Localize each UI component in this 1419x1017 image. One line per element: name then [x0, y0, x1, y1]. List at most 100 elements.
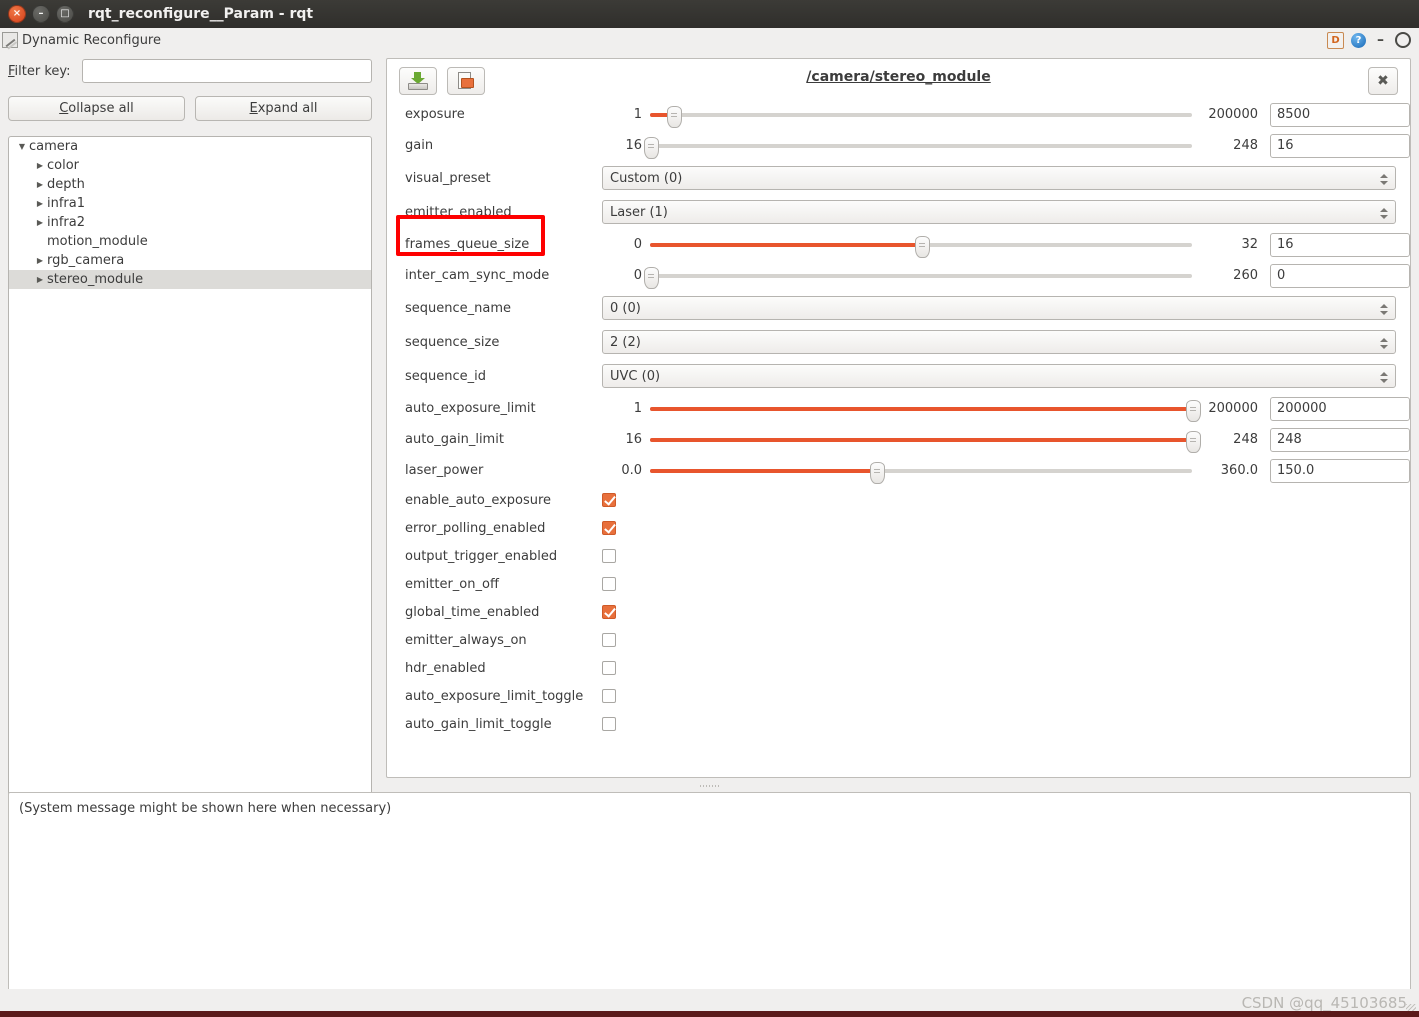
tree-item-infra2[interactable]: infra2	[9, 213, 371, 232]
param-slider-exposure[interactable]	[650, 105, 1192, 128]
tree-item-label: rgb_camera	[47, 253, 125, 268]
chevron-down-icon[interactable]	[15, 142, 29, 151]
chevron-right-icon[interactable]	[33, 199, 47, 208]
chevron-right-icon[interactable]	[33, 275, 47, 284]
window-maximize-button[interactable]: □	[56, 5, 74, 23]
param-combo-sequence-size[interactable]: 2 (2)	[602, 330, 1396, 354]
tree-item-infra1[interactable]: infra1	[9, 194, 371, 213]
slider-handle[interactable]	[915, 235, 930, 258]
param-label-gain: gain	[405, 138, 434, 153]
chevron-right-icon[interactable]	[33, 180, 47, 189]
spinner-arrows-icon[interactable]	[1378, 299, 1390, 319]
close-icon: ×	[12, 8, 22, 19]
system-message-text: (System message might be shown here when…	[19, 801, 392, 816]
param-slider-gain[interactable]	[644, 136, 1192, 159]
param-value-input-auto-exposure-limit[interactable]	[1270, 396, 1410, 421]
param-row-enable-auto-exposure: enable_auto_exposure	[387, 486, 1410, 514]
chevron-right-icon[interactable]	[33, 218, 47, 227]
param-min-laser-power: 0.0	[621, 463, 642, 478]
chevron-right-icon[interactable]	[33, 161, 47, 170]
tree-item-motion-module[interactable]: motion_module	[9, 232, 371, 251]
collapse-all-button[interactable]: Collapse all	[8, 96, 185, 121]
system-message-box[interactable]: (System message might be shown here when…	[8, 792, 1411, 1017]
spinner-arrows-icon[interactable]	[1378, 169, 1390, 189]
tree-item-depth[interactable]: depth	[9, 175, 371, 194]
chevron-right-icon[interactable]	[33, 256, 47, 265]
parameter-pane-close-button[interactable]: ✖	[1368, 67, 1398, 95]
param-label-exposure: exposure	[405, 107, 465, 122]
param-combo-visual-preset[interactable]: Custom (0)	[602, 166, 1396, 190]
param-row-hdr-enabled: hdr_enabled	[387, 654, 1410, 682]
param-row-auto-exposure-limit-toggle: auto_exposure_limit_toggle	[387, 682, 1410, 710]
param-checkbox-hdr-enabled[interactable]	[602, 661, 616, 675]
window-minimize-button[interactable]: –	[32, 5, 50, 23]
spinner-arrows-icon[interactable]	[1378, 203, 1390, 223]
param-row-sequence-id: sequence_id UVC (0)	[387, 359, 1410, 393]
param-row-visual-preset: visual_preset Custom (0)	[387, 161, 1410, 195]
undock-icon[interactable]: D	[1327, 31, 1344, 49]
slider-handle[interactable]	[644, 136, 659, 159]
param-checkbox-emitter-on-off[interactable]	[602, 577, 616, 591]
param-checkbox-auto-exposure-limit-toggle[interactable]	[602, 689, 616, 703]
param-min-gain: 16	[625, 138, 642, 153]
tree-item-camera[interactable]: camera	[9, 137, 371, 156]
param-label-sequence-size: sequence_size	[405, 334, 500, 350]
param-value-input-frames-queue-size[interactable]	[1270, 232, 1410, 257]
window-close-button[interactable]: ×	[8, 5, 26, 23]
spinner-arrows-icon[interactable]	[1378, 333, 1390, 353]
param-label-auto-gain-limit: auto_gain_limit	[405, 432, 504, 447]
param-checkbox-auto-gain-limit-toggle[interactable]	[602, 717, 616, 731]
param-combo-sequence-name[interactable]: 0 (0)	[602, 296, 1396, 320]
tree-item-stereo-module[interactable]: stereo_module	[9, 270, 371, 289]
dock-minimize-icon[interactable]: –	[1373, 32, 1388, 48]
param-label-global-time-enabled: global_time_enabled	[405, 604, 540, 620]
maximize-icon: □	[60, 8, 70, 19]
expand-all-button[interactable]: Expand all	[195, 96, 372, 121]
slider-handle[interactable]	[870, 461, 885, 484]
slider-handle[interactable]	[1186, 430, 1201, 453]
param-slider-auto-gain-limit[interactable]	[650, 430, 1201, 453]
param-combo-value: 2 (2)	[610, 334, 641, 350]
slider-handle[interactable]	[1186, 399, 1201, 422]
param-label-hdr-enabled: hdr_enabled	[405, 660, 486, 676]
param-row-emitter-always-on: emitter_always_on	[387, 626, 1410, 654]
param-row-laser-power: laser_power 0.0 360.0	[387, 455, 1410, 486]
param-label-enable-auto-exposure: enable_auto_exposure	[405, 492, 552, 508]
param-max-auto-gain-limit: 248	[1233, 432, 1258, 447]
param-combo-sequence-id[interactable]: UVC (0)	[602, 364, 1396, 388]
param-checkbox-error-polling-enabled[interactable]	[602, 521, 616, 535]
dock-close-icon[interactable]	[1395, 32, 1411, 48]
param-slider-frames-queue-size[interactable]	[650, 235, 1192, 258]
param-checkbox-emitter-always-on[interactable]	[602, 633, 616, 647]
pencil-icon	[2, 32, 18, 48]
param-value-input-laser-power[interactable]	[1270, 458, 1410, 483]
help-icon[interactable]: ?	[1351, 32, 1366, 48]
filter-key-input[interactable]	[82, 59, 372, 83]
param-value-input-exposure[interactable]	[1270, 102, 1410, 127]
param-label-error-polling-enabled: error_polling_enabled	[405, 520, 546, 536]
param-value-input-inter-cam-sync-mode[interactable]	[1270, 263, 1410, 288]
tree-item-label: stereo_module	[47, 272, 144, 287]
param-combo-emitter-enabled[interactable]: Laser (1)	[602, 200, 1396, 224]
param-slider-auto-exposure-limit[interactable]	[650, 399, 1201, 422]
desktop-bottom-strip	[0, 1011, 1419, 1017]
param-row-frames-queue-size: frames_queue_size 0 32	[387, 229, 1410, 260]
param-slider-inter-cam-sync-mode[interactable]	[644, 266, 1192, 289]
slider-handle[interactable]	[644, 266, 659, 289]
param-value-input-gain[interactable]	[1270, 133, 1410, 158]
param-checkbox-global-time-enabled[interactable]	[602, 605, 616, 619]
slider-handle[interactable]	[666, 105, 682, 128]
spinner-arrows-icon[interactable]	[1378, 367, 1390, 387]
param-min-auto-gain-limit: 16	[625, 432, 642, 447]
pane-splitter[interactable]	[8, 782, 1411, 790]
tree-item-label: infra2	[47, 215, 86, 230]
param-checkbox-output-trigger-enabled[interactable]	[602, 549, 616, 563]
param-slider-laser-power[interactable]	[650, 461, 1192, 484]
app-body: Dynamic Reconfigure D ? – Filter key: Co…	[0, 28, 1419, 1017]
param-value-input-auto-gain-limit[interactable]	[1270, 427, 1410, 452]
tree-action-buttons: Collapse all Expand all	[8, 96, 372, 121]
tree-item-rgb-camera[interactable]: rgb_camera	[9, 251, 371, 270]
parameter-pane-title: /camera/stereo_module	[806, 69, 991, 85]
tree-item-color[interactable]: color	[9, 156, 371, 175]
param-checkbox-enable-auto-exposure[interactable]	[602, 493, 616, 507]
